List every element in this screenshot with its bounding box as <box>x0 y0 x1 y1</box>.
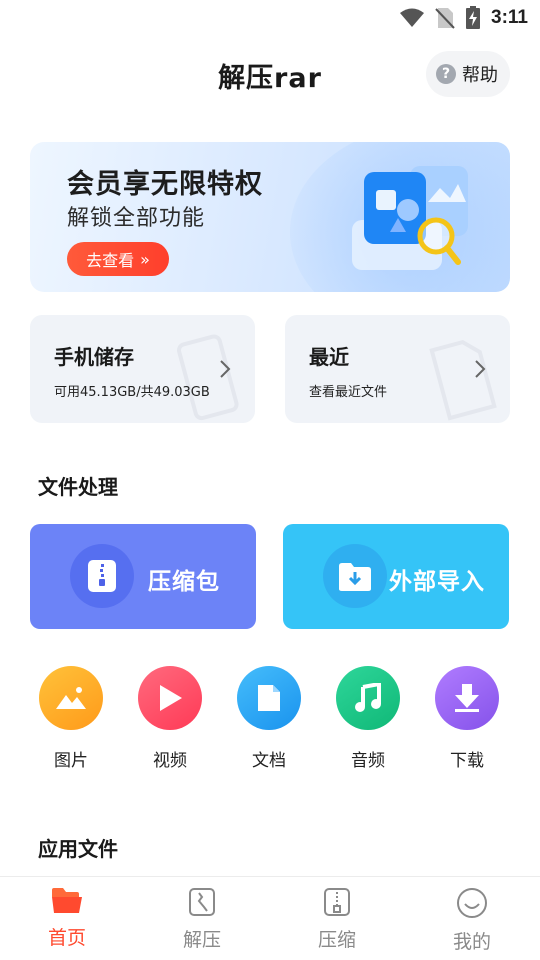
phone-storage-usage: 可用45.13GB/共49.03GB <box>54 385 210 400</box>
compress-package-button[interactable]: 压缩包 <box>30 524 256 629</box>
category-audio[interactable]: 音频 <box>328 666 408 771</box>
chevron-right-icon <box>220 360 231 378</box>
nav-label: 解压 <box>182 929 221 951</box>
status-bar: 3:11 <box>0 0 540 36</box>
category-images[interactable]: 图片 <box>31 666 111 771</box>
double-chevron-right-icon: » <box>140 249 150 269</box>
bottom-nav: 首页 解压 压缩 我的 <box>0 876 540 960</box>
nav-label: 压缩 <box>317 929 356 951</box>
external-import-button[interactable]: 外部导入 <box>283 524 509 629</box>
nav-compress[interactable]: 压缩 <box>287 887 387 952</box>
phone-icon <box>177 334 239 421</box>
status-icons: 3:11 <box>399 6 528 30</box>
nav-label: 首页 <box>47 927 86 949</box>
view-button[interactable]: 去查看 » <box>67 242 169 276</box>
help-button[interactable]: ? 帮助 <box>426 51 510 97</box>
phone-storage-title: 手机储存 <box>54 345 134 369</box>
compress-package-label: 压缩包 <box>148 569 220 595</box>
category-label: 图片 <box>54 751 88 771</box>
file-processing-heading: 文件处理 <box>38 475 118 499</box>
folder-import-icon <box>339 563 371 591</box>
help-label: 帮助 <box>462 65 498 86</box>
file-search-illustration <box>352 166 468 270</box>
category-label: 音频 <box>351 751 385 771</box>
download-icon <box>435 666 499 730</box>
question-icon: ? <box>436 64 456 84</box>
category-label: 视频 <box>153 751 187 771</box>
category-label: 下载 <box>450 751 484 771</box>
wifi-icon <box>400 8 425 27</box>
view-button-label: 去查看 <box>86 251 135 270</box>
nav-extract[interactable]: 解压 <box>152 887 252 952</box>
chevron-right-icon <box>475 360 486 378</box>
smiley-icon <box>457 888 487 918</box>
folder-icon <box>52 888 82 913</box>
banner-subtitle: 解锁全部功能 <box>67 206 206 231</box>
external-import-label: 外部导入 <box>389 569 485 595</box>
vip-banner[interactable]: 会员享无限特权 解锁全部功能 去查看 » <box>30 142 510 292</box>
nav-profile[interactable]: 我的 <box>422 887 522 954</box>
banner-title: 会员享无限特权 <box>67 169 263 200</box>
phone-storage-card[interactable]: 手机储存 可用45.13GB/共49.03GB <box>30 315 255 423</box>
category-label: 文档 <box>252 751 286 771</box>
app-files-heading: 应用文件 <box>38 837 118 861</box>
zip-icon <box>88 560 116 592</box>
recent-files-card[interactable]: 最近 查看最近文件 <box>285 315 510 423</box>
nav-home[interactable]: 首页 <box>17 887 117 950</box>
zip-file-icon <box>324 888 350 916</box>
category-downloads[interactable]: 下载 <box>427 666 507 771</box>
document-icon <box>237 666 301 730</box>
category-videos[interactable]: 视频 <box>130 666 210 771</box>
music-icon <box>336 666 400 730</box>
recent-subtitle: 查看最近文件 <box>309 385 388 400</box>
no-sim-icon <box>435 8 455 29</box>
status-time: 3:11 <box>491 7 528 28</box>
category-documents[interactable]: 文档 <box>229 666 309 771</box>
extract-file-icon <box>189 888 215 916</box>
image-icon <box>39 666 103 730</box>
recent-title: 最近 <box>309 345 349 369</box>
battery-charging-icon <box>466 6 481 29</box>
nav-label: 我的 <box>452 931 491 953</box>
play-icon <box>138 666 202 730</box>
file-icon <box>429 339 497 421</box>
